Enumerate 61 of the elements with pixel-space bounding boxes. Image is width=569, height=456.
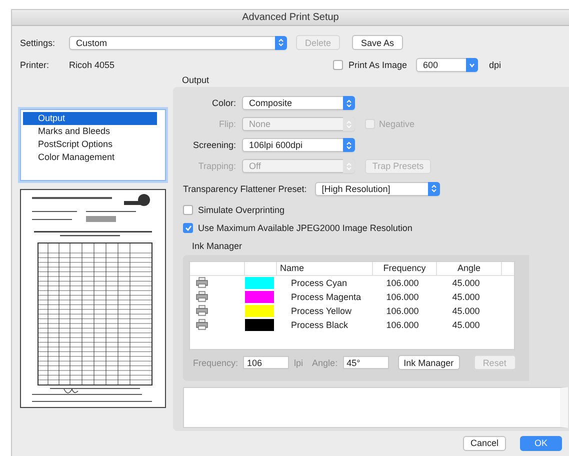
printer-icon[interactable] xyxy=(196,305,208,316)
table-cell-text: 106.000 xyxy=(385,292,420,302)
column-header[interactable]: Angle xyxy=(436,262,501,275)
section-title: Output xyxy=(182,75,210,86)
category-item[interactable]: Color Management xyxy=(23,150,157,164)
printer-icon[interactable] xyxy=(196,319,208,330)
window-title: Advanced Print Setup xyxy=(242,12,339,24)
stepper-icon xyxy=(346,98,352,108)
table-cell-text: 106.000 xyxy=(385,320,420,330)
category-item[interactable]: Marks and Bleeds xyxy=(23,124,157,138)
printer-name: Ricoh 4055 xyxy=(69,60,115,70)
settings-dropdown[interactable]: Custom xyxy=(69,36,287,50)
settings-label: Settings: xyxy=(20,38,56,48)
table-cell-text: Process Magenta xyxy=(290,292,362,302)
table-cell-text: 45.000 xyxy=(451,292,481,302)
table-cell-text: 106.000 xyxy=(385,278,420,288)
frequency-label: Frequency: xyxy=(193,358,238,368)
checkbox[interactable] xyxy=(333,60,344,70)
field-label: Trapping: xyxy=(197,161,237,172)
group-title: Ink Manager xyxy=(192,240,242,251)
field-label: Color: xyxy=(210,98,237,108)
table-cell-text: 106.000 xyxy=(385,306,420,316)
table-cell-text: 45.000 xyxy=(451,320,481,330)
option-label: Simulate Overprinting xyxy=(198,204,285,215)
stepper-icon xyxy=(346,140,352,150)
table-cell-text: Process Yellow xyxy=(290,306,353,316)
dropdown[interactable]: Composite xyxy=(242,96,355,110)
checkbox[interactable] xyxy=(183,204,193,215)
stepper-icon xyxy=(278,38,284,48)
column-header[interactable]: Frequency xyxy=(372,262,436,275)
dropdown[interactable]: 106lpi 600dpi xyxy=(242,138,355,152)
print-as-image-label: Print As Image xyxy=(348,60,407,70)
printer-label: Printer: xyxy=(20,60,50,70)
table-cell-text: 45.000 xyxy=(451,306,481,316)
table-cell-text: Process Black xyxy=(290,320,350,330)
option-label: Use Maximum Available JPEG2000 Image Resolution xyxy=(198,222,412,233)
field-label: Screening: xyxy=(192,140,237,150)
category-item[interactable]: Output xyxy=(23,112,157,125)
stepper-icon xyxy=(346,120,352,129)
frequency-field[interactable]: 106 xyxy=(243,356,290,370)
field-label: Transparency Flattener Preset: xyxy=(183,184,307,194)
stepper-icon xyxy=(346,162,352,171)
category-item[interactable]: PostScript Options xyxy=(23,138,157,151)
unit-label: lpi xyxy=(294,358,304,368)
table-cell-text: Process Cyan xyxy=(290,278,348,288)
resolution-dropdown[interactable]: 600 xyxy=(416,58,478,72)
cancel-button[interactable]: Cancel xyxy=(463,436,506,451)
checkbox[interactable] xyxy=(183,222,193,233)
printer-icon[interactable] xyxy=(196,291,208,302)
unit-label: dpi xyxy=(488,60,501,70)
table-cell-text: 45.000 xyxy=(451,278,481,288)
angle-label: Angle: xyxy=(312,358,338,368)
stepper-icon xyxy=(430,184,437,194)
checkbox-label: Negative xyxy=(379,119,415,130)
save-as-button[interactable]: Save As xyxy=(352,35,403,50)
field-label: Flip: xyxy=(218,119,237,130)
column-header[interactable]: Name xyxy=(276,262,372,275)
printer-icon[interactable] xyxy=(196,277,208,288)
dropdown[interactable]: [High Resolution] xyxy=(314,182,440,196)
ink-manager-button[interactable]: Ink Manager xyxy=(398,355,460,370)
angle-field[interactable]: 45° xyxy=(342,356,389,370)
